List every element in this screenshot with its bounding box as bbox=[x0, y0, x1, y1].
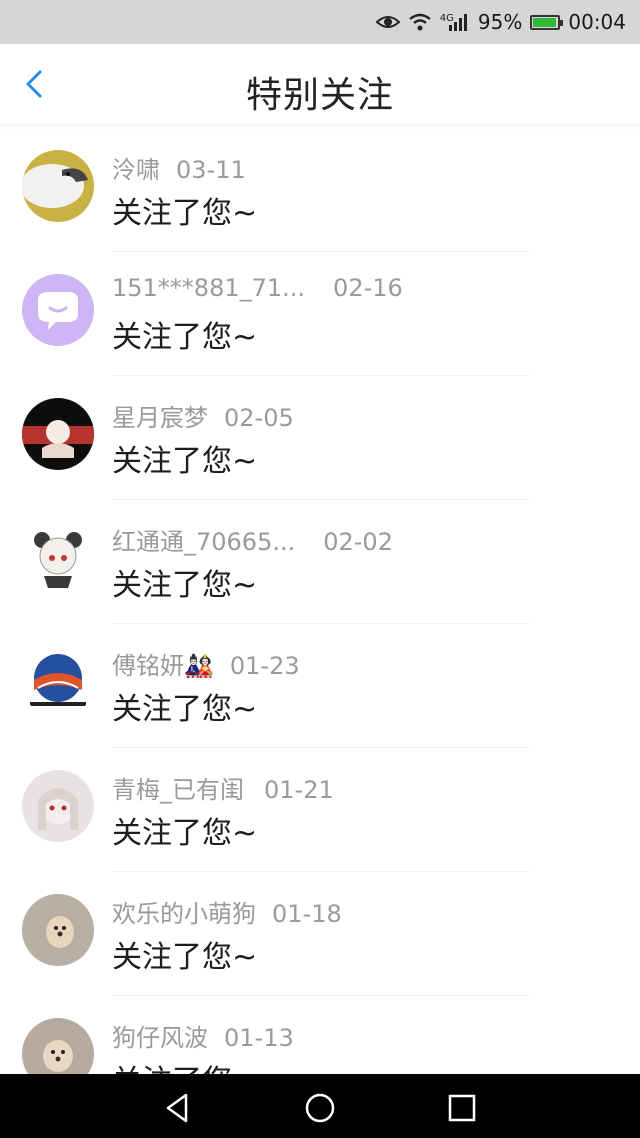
nav-recents-button[interactable] bbox=[442, 1088, 482, 1128]
user-name: 151***881_71... bbox=[112, 274, 306, 302]
panda-girl-avatar-icon bbox=[22, 522, 94, 594]
message-text: 关注了您~ bbox=[112, 1056, 257, 1074]
avatar[interactable] bbox=[22, 274, 94, 346]
anime-avatar-icon bbox=[22, 398, 94, 470]
avatar[interactable] bbox=[22, 150, 94, 222]
message-text: 关注了您~ bbox=[112, 568, 258, 603]
nav-back-button[interactable] bbox=[158, 1088, 198, 1128]
battery-percent: 95% bbox=[477, 10, 523, 34]
signal-icon: 4G bbox=[440, 13, 470, 31]
avatar[interactable] bbox=[22, 894, 94, 966]
message-text: 关注了您~ bbox=[112, 692, 258, 727]
follow-date: 02-05 bbox=[224, 404, 294, 432]
clock: 00:04 bbox=[568, 10, 626, 34]
page-title: 特别关注 bbox=[245, 75, 394, 116]
follow-date: 02-16 bbox=[333, 274, 403, 302]
user-name: 泠啸 bbox=[112, 156, 160, 184]
puppy-avatar-icon bbox=[22, 894, 94, 966]
list-item[interactable]: 星月宸梦 02-05 关注了您~ bbox=[0, 376, 640, 500]
user-name: 青梅_已有闺 bbox=[112, 776, 244, 804]
list-item[interactable]: 151***881_71... 02-16 关注了您~ bbox=[0, 252, 640, 376]
message-text: 关注了您~ bbox=[112, 196, 258, 231]
chat-bubble-avatar-icon bbox=[22, 274, 94, 346]
user-name: 红通通_70665... bbox=[112, 528, 296, 556]
status-icons: 4G 95% 00:04 bbox=[375, 0, 626, 44]
follow-date: 03-11 bbox=[176, 156, 246, 184]
anime-girl-avatar-icon bbox=[22, 770, 94, 842]
header: 特别关注 bbox=[0, 44, 640, 124]
bird-avatar-icon bbox=[22, 150, 94, 222]
triangle-back-icon bbox=[166, 1093, 188, 1123]
wifi-icon bbox=[408, 13, 432, 31]
puppy-avatar-icon bbox=[22, 1018, 94, 1074]
list-item[interactable]: 红通通_70665... 02-02 关注了您~ bbox=[0, 500, 640, 624]
list-item[interactable]: 泠啸 03-11 关注了您~ bbox=[0, 128, 640, 252]
battery-icon bbox=[530, 14, 564, 30]
user-name: 狗仔风波 bbox=[112, 1024, 208, 1052]
user-name: 欢乐的小萌狗 bbox=[112, 900, 256, 928]
square-recents-icon bbox=[448, 1094, 476, 1122]
avatar[interactable] bbox=[22, 522, 94, 594]
avatar[interactable] bbox=[22, 1018, 94, 1074]
user-name: 星月宸梦 bbox=[112, 404, 208, 432]
follow-date: 01-18 bbox=[272, 900, 342, 928]
eye-icon bbox=[375, 14, 400, 30]
list-item[interactable]: 傅铭妍🎎 01-23 关注了您~ bbox=[0, 624, 640, 748]
follow-date: 01-13 bbox=[224, 1024, 294, 1052]
list-item[interactable]: 欢乐的小萌狗 01-18 关注了您~ bbox=[0, 872, 640, 996]
status-bar: 4G 95% 00:04 bbox=[0, 0, 640, 44]
network-type: 4G bbox=[439, 13, 454, 24]
follow-date: 01-21 bbox=[264, 776, 334, 804]
follow-date: 02-02 bbox=[323, 528, 393, 556]
message-text: 关注了您~ bbox=[112, 320, 258, 355]
message-text: 关注了您~ bbox=[112, 444, 258, 479]
logo-avatar-icon bbox=[22, 646, 94, 718]
navigation-bar bbox=[0, 1074, 640, 1138]
message-text: 关注了您~ bbox=[112, 940, 258, 975]
avatar[interactable] bbox=[22, 646, 94, 718]
list-item[interactable]: 青梅_已有闺 01-21 关注了您~ bbox=[0, 748, 640, 872]
user-name: 傅铭妍🎎 bbox=[112, 652, 214, 680]
nav-home-button[interactable] bbox=[300, 1088, 340, 1128]
circle-home-icon bbox=[305, 1093, 335, 1123]
avatar[interactable] bbox=[22, 770, 94, 842]
message-text: 关注了您~ bbox=[112, 816, 258, 851]
avatar[interactable] bbox=[22, 398, 94, 470]
follow-date: 01-23 bbox=[229, 652, 300, 680]
list-item[interactable]: 狗仔风波 01-13 关注了您~ bbox=[0, 996, 640, 1074]
follow-list: 泠啸 03-11 关注了您~ 151***881_71... 02-16 关注了您~… bbox=[0, 128, 640, 1074]
